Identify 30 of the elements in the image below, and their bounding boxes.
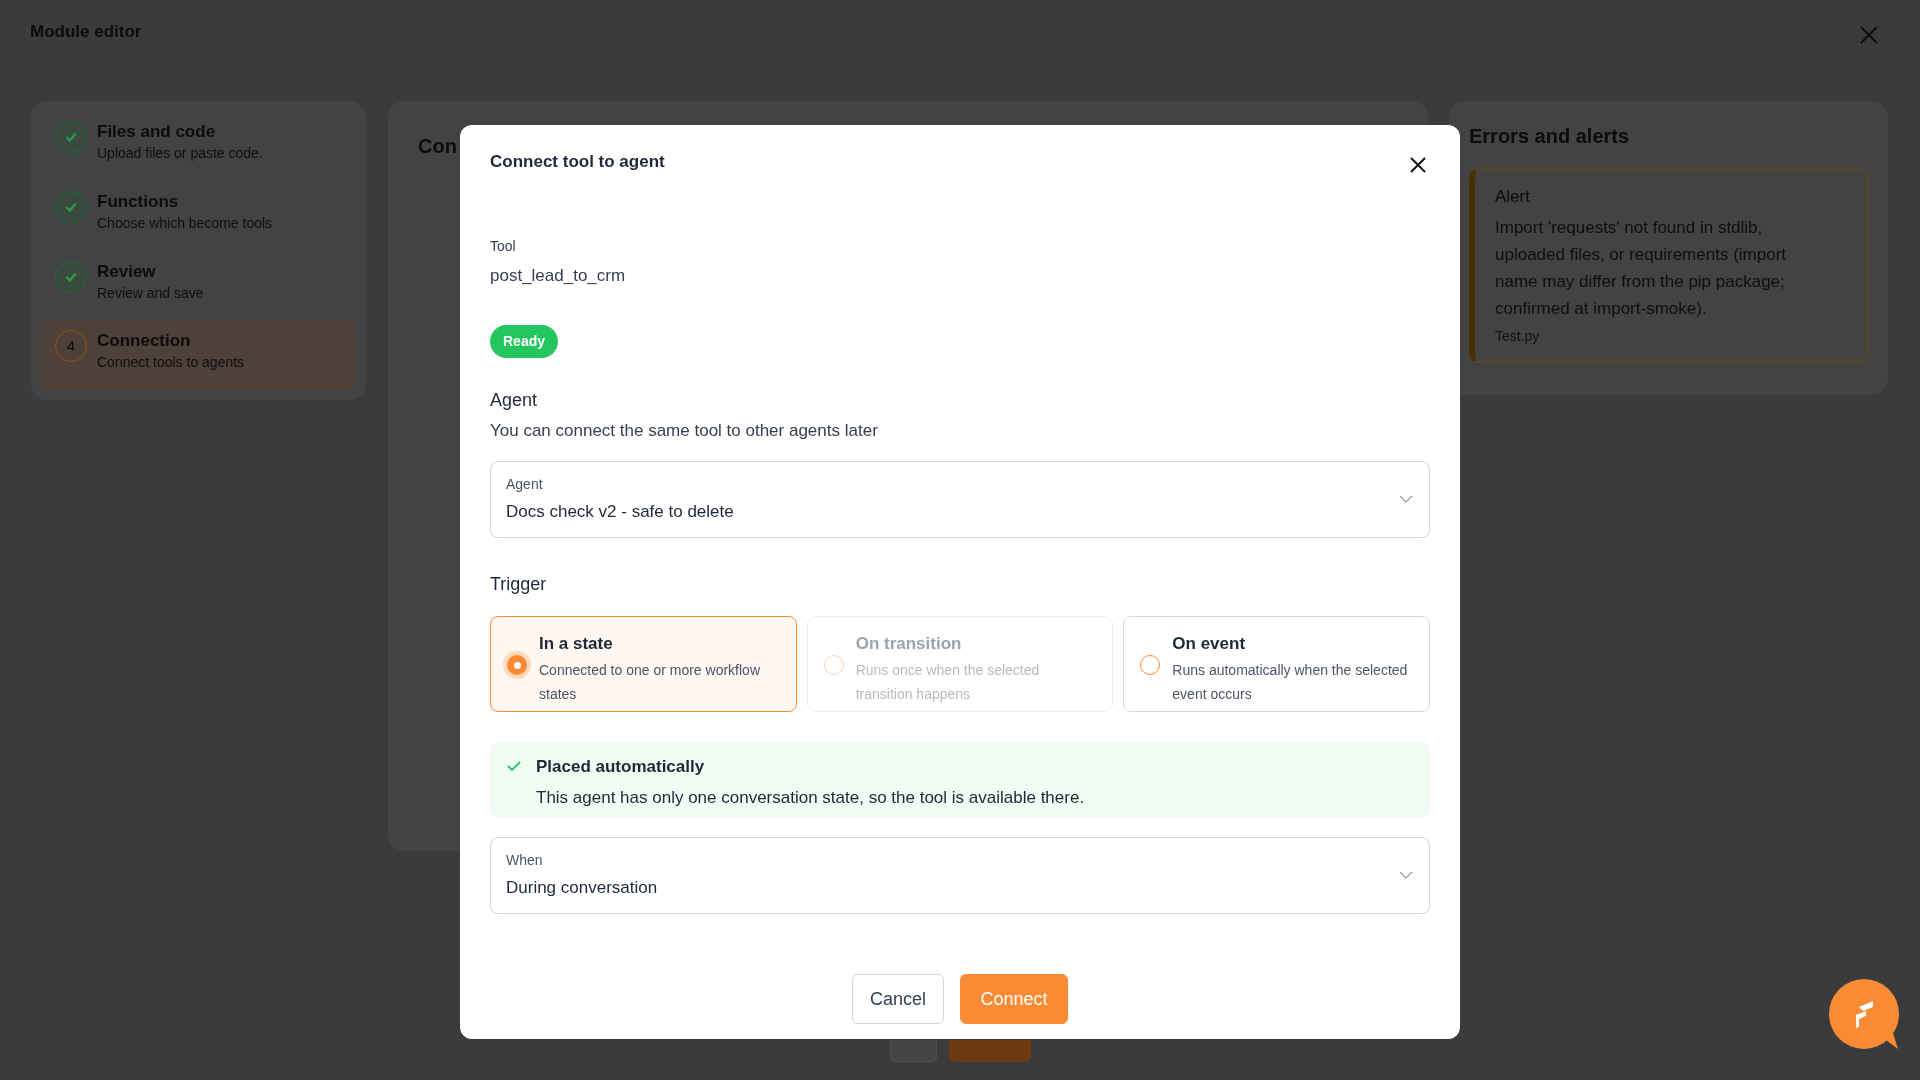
notice-message: This agent has only one conversation state, so the tool is available there. (536, 786, 1085, 809)
step-subtitle: Connect tools to agents (97, 353, 245, 373)
step-title: Connection (97, 330, 192, 353)
alert-title: Alert (1495, 186, 1531, 208)
field-label: Tool (490, 237, 517, 256)
step-title: Review (97, 260, 157, 283)
check-icon (506, 759, 522, 773)
trigger-option: On transition Runs once when the selected transition happens (806, 616, 1114, 712)
chat-button[interactable] (1829, 979, 1901, 1051)
chevron-down-icon (1399, 494, 1413, 504)
status-badge: Ready (490, 324, 559, 358)
notice-title: Placed automatically (536, 756, 706, 778)
dialog-title: Connect tool to agent (490, 151, 665, 173)
tool-name: post_lead_to_crm (490, 265, 627, 287)
done-button[interactable] (949, 1040, 1031, 1062)
select-field[interactable]: Agent Docs check v2 - safe to delete (490, 461, 1430, 538)
trigger-option[interactable]: On event Runs automatically when the selected event occurs (1123, 616, 1430, 712)
section-heading: Agent (490, 388, 539, 412)
section-description: You can connect the same tool to other agents later (490, 419, 879, 442)
chevron-down-icon (1399, 870, 1413, 880)
step-title: Functions (97, 190, 180, 213)
step-title: Files and code (97, 121, 217, 143)
panel-title: Con (418, 135, 457, 157)
section-heading: Trigger (490, 573, 548, 596)
panel-title: Errors and alerts (1469, 124, 1631, 149)
cancel-button[interactable]: Cancel (852, 974, 944, 1024)
trigger-option[interactable]: In a state Connected to one or more workflow states (490, 616, 797, 712)
back-button[interactable] (890, 1040, 937, 1062)
select-field[interactable]: When During conversation (490, 837, 1430, 914)
close-icon[interactable] (1408, 155, 1428, 175)
